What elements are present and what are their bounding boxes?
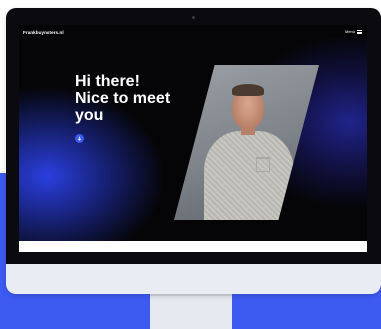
hero-line-1: Hi there!: [75, 73, 140, 90]
website-screen: Frankbuynsters.nl Menu Hi there! Nice to…: [19, 25, 367, 241]
camera-dot: [192, 16, 195, 19]
arrow-down-icon: [77, 136, 82, 141]
person-pocket: [256, 157, 270, 172]
scroll-down-button[interactable]: [75, 134, 84, 143]
screen-bottom-strip: [19, 241, 367, 252]
menu-label: Menu: [344, 29, 355, 35]
person-hair: [232, 84, 264, 96]
hero-line-2: Nice to meet: [75, 90, 171, 107]
monitor-frame: Frankbuynsters.nl Menu Hi there! Nice to…: [6, 8, 381, 294]
monitor-stand: [150, 290, 232, 329]
hero-heading: Hi there! Nice to meet you: [75, 73, 215, 124]
hero-line-3: you: [75, 107, 104, 124]
menu-button[interactable]: Menu: [345, 29, 362, 35]
person-sweater: [204, 131, 294, 220]
site-logo[interactable]: Frankbuynsters.nl: [23, 30, 64, 35]
hamburger-icon: [357, 29, 362, 35]
